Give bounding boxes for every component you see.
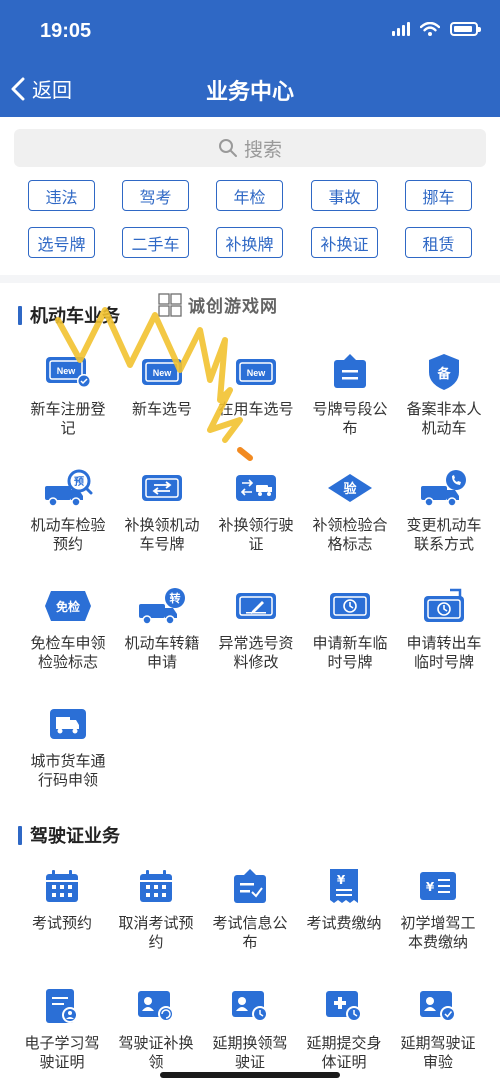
tag-violation[interactable]: 违法 <box>28 180 95 211</box>
section-title-vehicle: 机动车业务 <box>18 302 120 328</box>
service-license-review-delay[interactable]: 延期驾驶证审验 <box>388 984 488 1072</box>
search-area: 搜索 违法 驾考 年检 事故 挪车 选号牌 二手车 补换牌 补换证 租赁 <box>0 117 500 275</box>
driving-license-exchange-icon <box>231 466 281 510</box>
section-divider <box>0 275 500 283</box>
new-plate-icon: New <box>137 350 187 394</box>
svg-text:New: New <box>153 368 173 378</box>
service-new-car-registration[interactable]: New 新车注册登记 <box>18 350 118 438</box>
search-placeholder: 搜索 <box>243 139 282 161</box>
service-transfer-temp-plate[interactable]: 申请转出车临时号牌 <box>394 584 494 672</box>
signal-icon <box>392 22 410 36</box>
service-license-renew[interactable]: 驾驶证补换领 <box>106 984 206 1072</box>
fee-receipt-icon: ¥ <box>319 864 369 908</box>
service-plate-replacement[interactable]: 补换领机动车号牌 <box>112 466 212 554</box>
app-header: 19:05 返回 业务中心 <box>0 0 500 117</box>
watermark: 诚创游戏网 <box>158 292 278 317</box>
svg-text:New: New <box>247 368 267 378</box>
tag-rental[interactable]: 租赁 <box>405 227 472 258</box>
change-contact-icon <box>419 466 469 510</box>
service-health-cert-delay[interactable]: 延期提交身体证明 <box>294 984 394 1072</box>
plate-exchange-icon <box>137 466 187 510</box>
svg-text:New: New <box>57 366 77 376</box>
search-icon <box>218 139 237 157</box>
service-exam-info[interactable]: 考试信息公布 <box>200 864 300 952</box>
status-time: 19:05 <box>40 20 92 42</box>
record-shield-icon: 备 <box>419 350 469 394</box>
service-abnormal-plate-edit[interactable]: 异常选号资料修改 <box>206 584 306 672</box>
svg-text:¥: ¥ <box>337 873 346 887</box>
used-car-plate-icon: New <box>231 350 281 394</box>
service-truck-pass[interactable]: 城市货车通行码申领 <box>18 702 118 790</box>
calendar-cancel-icon <box>131 864 181 908</box>
service-learner-fee[interactable]: ¥ 初学增驾工本费缴纳 <box>388 864 488 952</box>
section-title-license: 驾驶证业务 <box>18 822 120 848</box>
inspection-appointment-icon: 预 <box>43 466 93 510</box>
tag-used-car[interactable]: 二手车 <box>122 227 189 258</box>
exam-info-icon <box>225 864 275 908</box>
service-exempt-inspection[interactable]: 免检 免检车申领检验标志 <box>18 584 118 672</box>
tag-replace-plate[interactable]: 补换牌 <box>216 227 283 258</box>
tag-replace-license[interactable]: 补换证 <box>311 227 378 258</box>
svg-text:¥: ¥ <box>426 880 435 894</box>
edit-plate-icon <box>231 584 281 628</box>
vehicle-transfer-icon: 转 <box>137 584 187 628</box>
fee-list-icon: ¥ <box>413 864 463 908</box>
wifi-icon <box>420 22 440 36</box>
service-license-delay[interactable]: 延期换领驾驶证 <box>200 984 300 1072</box>
back-label: 返回 <box>32 80 72 102</box>
health-cert-delay-icon <box>319 984 369 1028</box>
chevron-left-icon <box>11 77 25 100</box>
status-icons <box>392 22 481 36</box>
tag-annual-inspection[interactable]: 年检 <box>216 180 283 211</box>
license-delay-icon <box>225 984 275 1028</box>
temp-plate-out-icon <box>419 584 469 628</box>
svg-text:转: 转 <box>170 591 181 605</box>
tag-choose-plate[interactable]: 选号牌 <box>28 227 95 258</box>
service-cancel-exam[interactable]: 取消考试预约 <box>106 864 206 952</box>
service-record-vehicle[interactable]: 备 备案非本人机动车 <box>394 350 494 438</box>
svg-text:备: 备 <box>436 366 451 382</box>
watermark-logo-icon <box>158 292 182 317</box>
truck-pass-icon <box>43 702 93 746</box>
battery-icon <box>450 22 481 36</box>
e-learning-cert-icon <box>37 984 87 1028</box>
inspection-mark-icon: 验 <box>325 466 375 510</box>
back-button[interactable]: 返回 <box>10 74 72 103</box>
service-inspection-mark[interactable]: 验 补领检验合格标志 <box>300 466 400 554</box>
service-plate-segment[interactable]: 号牌号段公布 <box>300 350 400 438</box>
service-vehicle-transfer[interactable]: 转 机动车转籍申请 <box>112 584 212 672</box>
service-change-contact[interactable]: 变更机动车联系方式 <box>394 466 494 554</box>
service-new-car-plate[interactable]: New 新车选号 <box>112 350 212 419</box>
service-used-car-plate[interactable]: New 在用车选号 <box>206 350 306 419</box>
service-e-learning-cert[interactable]: 电子学习驾驶证明 <box>12 984 112 1072</box>
service-license-replacement[interactable]: 补换领行驶证 <box>206 466 306 554</box>
service-exam-appointment[interactable]: 考试预约 <box>12 864 112 933</box>
search-input[interactable]: 搜索 <box>14 129 486 167</box>
tag-accident[interactable]: 事故 <box>311 180 378 211</box>
svg-text:免检: 免检 <box>56 599 80 614</box>
new-plate-check-icon: New <box>43 350 93 394</box>
temp-plate-icon <box>325 584 375 628</box>
license-renew-icon <box>131 984 181 1028</box>
calendar-icon <box>37 864 87 908</box>
exempt-inspection-icon: 免检 <box>43 584 93 628</box>
svg-text:验: 验 <box>343 481 357 497</box>
license-review-delay-icon <box>413 984 463 1028</box>
tag-driving-test[interactable]: 驾考 <box>122 180 189 211</box>
home-indicator <box>160 1072 340 1078</box>
service-inspection-appointment[interactable]: 预 机动车检验预约 <box>18 466 118 554</box>
svg-text:预: 预 <box>74 476 84 488</box>
service-new-car-temp-plate[interactable]: 申请新车临时号牌 <box>300 584 400 672</box>
page-title: 业务中心 <box>205 79 294 104</box>
service-exam-fee[interactable]: ¥ 考试费缴纳 <box>294 864 394 933</box>
tag-move-car[interactable]: 挪车 <box>405 180 472 211</box>
announcement-board-icon <box>325 350 375 394</box>
